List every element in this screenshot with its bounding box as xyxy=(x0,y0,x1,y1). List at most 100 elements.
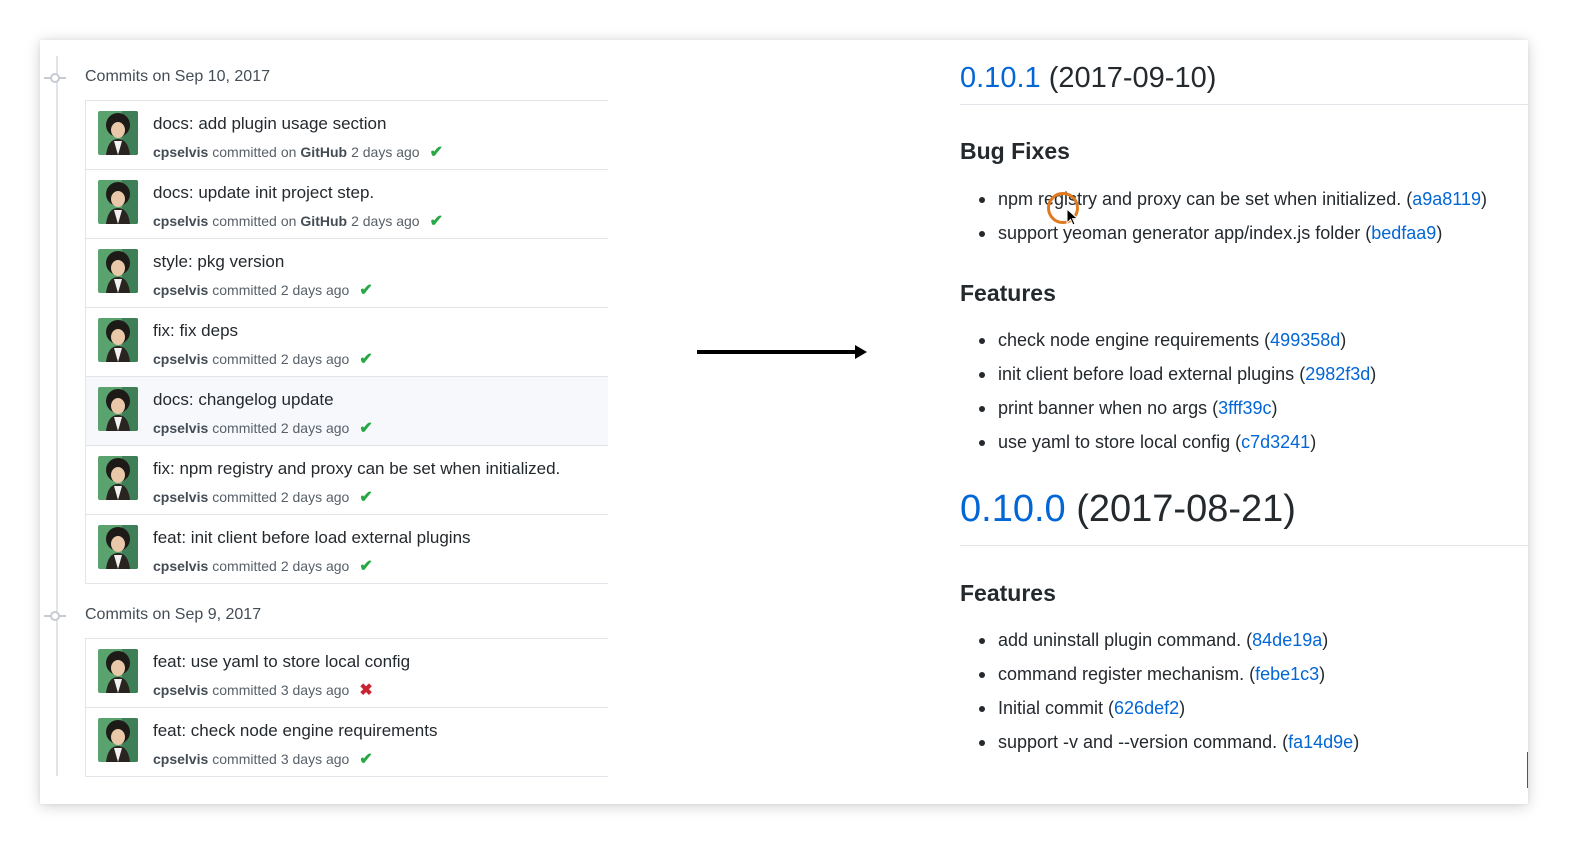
item-text: check node engine requirements xyxy=(998,330,1260,350)
commit-time: 2 days ago xyxy=(280,420,350,436)
item-text: add uninstall plugin command. xyxy=(998,630,1242,650)
commit-author[interactable]: cpselvis xyxy=(153,351,208,367)
commit-hash-link[interactable]: fa14d9e xyxy=(1288,732,1353,752)
commit-author[interactable]: cpselvis xyxy=(153,144,208,160)
commit-author[interactable]: cpselvis xyxy=(153,420,208,436)
x-icon[interactable]: ✖ xyxy=(359,680,372,700)
check-icon[interactable]: ✔ xyxy=(430,142,443,162)
avatar[interactable] xyxy=(98,387,138,431)
list-item: support -v and --version command. (fa14d… xyxy=(960,725,1359,759)
commit-on-label: on xyxy=(280,213,297,229)
avatar[interactable] xyxy=(98,525,138,569)
commit-meta: cpselvis committed 2 days ago ✔ xyxy=(153,349,373,369)
commit-message[interactable]: feat: check node engine requirements xyxy=(153,721,437,741)
commit-row[interactable]: docs: update init project step. cpselvis… xyxy=(86,170,608,239)
commit-author[interactable]: cpselvis xyxy=(153,282,208,298)
avatar[interactable] xyxy=(98,249,138,293)
commit-on-label: on xyxy=(280,144,297,160)
commit-row[interactable]: feat: use yaml to store local config cps… xyxy=(86,639,608,708)
commit-hash-link[interactable]: c7d3241 xyxy=(1241,432,1310,452)
commit-group-icon xyxy=(50,611,60,621)
commit-message[interactable]: fix: npm registry and proxy can be set w… xyxy=(153,459,560,479)
commit-author[interactable]: cpselvis xyxy=(153,751,208,767)
check-icon[interactable]: ✔ xyxy=(359,349,372,369)
check-icon[interactable]: ✔ xyxy=(359,280,372,300)
list-item: use yaml to store local config (c7d3241) xyxy=(960,425,1376,459)
commit-verb: committed xyxy=(212,489,277,505)
list-item: init client before load external plugins… xyxy=(960,357,1376,391)
commit-verb: committed xyxy=(212,351,277,367)
commit-row[interactable]: fix: npm registry and proxy can be set w… xyxy=(86,446,608,515)
commit-row[interactable]: feat: init client before load external p… xyxy=(86,515,608,584)
commit-row[interactable]: docs: add plugin usage section cpselvis … xyxy=(86,101,608,170)
section-title: Features xyxy=(960,580,1056,606)
check-icon[interactable]: ✔ xyxy=(359,556,372,576)
divider xyxy=(960,545,1528,546)
avatar[interactable] xyxy=(98,111,138,155)
commit-hash-link[interactable]: febe1c3 xyxy=(1255,664,1319,684)
commit-hash-link[interactable]: a9a8119 xyxy=(1412,189,1481,209)
commit-author[interactable]: cpselvis xyxy=(153,489,208,505)
avatar[interactable] xyxy=(98,718,138,762)
version-heading: 0.10.1 (2017-09-10) xyxy=(960,62,1216,95)
item-text: command register mechanism. xyxy=(998,664,1245,684)
commit-message[interactable]: docs: add plugin usage section xyxy=(153,114,386,134)
version-link[interactable]: 0.10.0 xyxy=(960,488,1066,530)
commit-verb: committed xyxy=(212,282,277,298)
commit-hash-link[interactable]: 499358d xyxy=(1270,330,1340,350)
check-icon[interactable]: ✔ xyxy=(359,418,372,438)
commit-message[interactable]: style: pkg version xyxy=(153,252,284,272)
item-text: support -v and --version command. xyxy=(998,732,1278,752)
commit-time: 3 days ago xyxy=(280,682,350,698)
commit-verb: committed xyxy=(212,751,277,767)
check-icon[interactable]: ✔ xyxy=(359,749,372,769)
commit-meta: cpselvis committed 3 days ago ✖ xyxy=(153,680,373,700)
avatar[interactable] xyxy=(98,180,138,224)
bullet-icon xyxy=(979,440,985,446)
commit-message[interactable]: feat: init client before load external p… xyxy=(153,528,471,548)
section-title: Bug Fixes xyxy=(960,138,1070,164)
commit-hash-link[interactable]: bedfaa9 xyxy=(1371,223,1436,243)
commit-meta: cpselvis committed on GitHub 2 days ago … xyxy=(153,142,443,162)
commit-meta: cpselvis committed 2 days ago ✔ xyxy=(153,280,373,300)
commit-hash-link[interactable]: 626def2 xyxy=(1114,698,1179,718)
commit-hash-link[interactable]: 3fff39c xyxy=(1218,398,1271,418)
commit-row[interactable]: fix: fix deps cpselvis committed 2 days … xyxy=(86,308,608,377)
commit-time: 2 days ago xyxy=(280,489,350,505)
commit-row[interactable]: style: pkg version cpselvis committed 2 … xyxy=(86,239,608,308)
commit-row[interactable]: feat: check node engine requirements cps… xyxy=(86,708,608,777)
version-link[interactable]: 0.10.1 xyxy=(960,62,1041,94)
commit-group-title: Commits on Sep 10, 2017 xyxy=(85,68,270,85)
commit-time: 2 days ago xyxy=(351,144,420,160)
commit-time: 2 days ago xyxy=(351,213,420,229)
avatar[interactable] xyxy=(98,456,138,500)
commit-author[interactable]: cpselvis xyxy=(153,213,208,229)
bullet-icon xyxy=(979,672,985,678)
commit-row[interactable]: docs: changelog update cpselvis committe… xyxy=(86,377,608,446)
avatar[interactable] xyxy=(98,318,138,362)
list-item: add uninstall plugin command. (84de19a) xyxy=(960,623,1359,657)
commit-message[interactable]: feat: use yaml to store local config xyxy=(153,652,410,672)
check-icon[interactable]: ✔ xyxy=(430,211,443,231)
arrow-head xyxy=(855,345,867,359)
commit-verb: committed xyxy=(212,213,277,229)
commit-verb: committed xyxy=(212,420,277,436)
commit-message[interactable]: docs: update init project step. xyxy=(153,183,374,203)
commit-hash-link[interactable]: 84de19a xyxy=(1252,630,1322,650)
commit-hash-link[interactable]: 2982f3d xyxy=(1305,364,1370,384)
commit-message[interactable]: docs: changelog update xyxy=(153,390,334,410)
bullet-icon xyxy=(979,231,985,237)
bullet-icon xyxy=(979,706,985,712)
commit-group-title: Commits on Sep 9, 2017 xyxy=(85,606,262,623)
commit-message[interactable]: fix: fix deps xyxy=(153,321,238,341)
commit-author[interactable]: cpselvis xyxy=(153,558,208,574)
commit-meta: cpselvis committed 2 days ago ✔ xyxy=(153,418,373,438)
check-icon[interactable]: ✔ xyxy=(359,487,372,507)
list-item: support yeoman generator app/index.js fo… xyxy=(960,216,1487,250)
scroll-edge xyxy=(1527,752,1528,788)
avatar[interactable] xyxy=(98,649,138,693)
bullet-icon xyxy=(979,338,985,344)
bullet-icon xyxy=(979,638,985,644)
screenshot-card: Commits on Sep 10, 2017 docs: add plugin… xyxy=(40,40,1528,804)
commit-author[interactable]: cpselvis xyxy=(153,682,208,698)
